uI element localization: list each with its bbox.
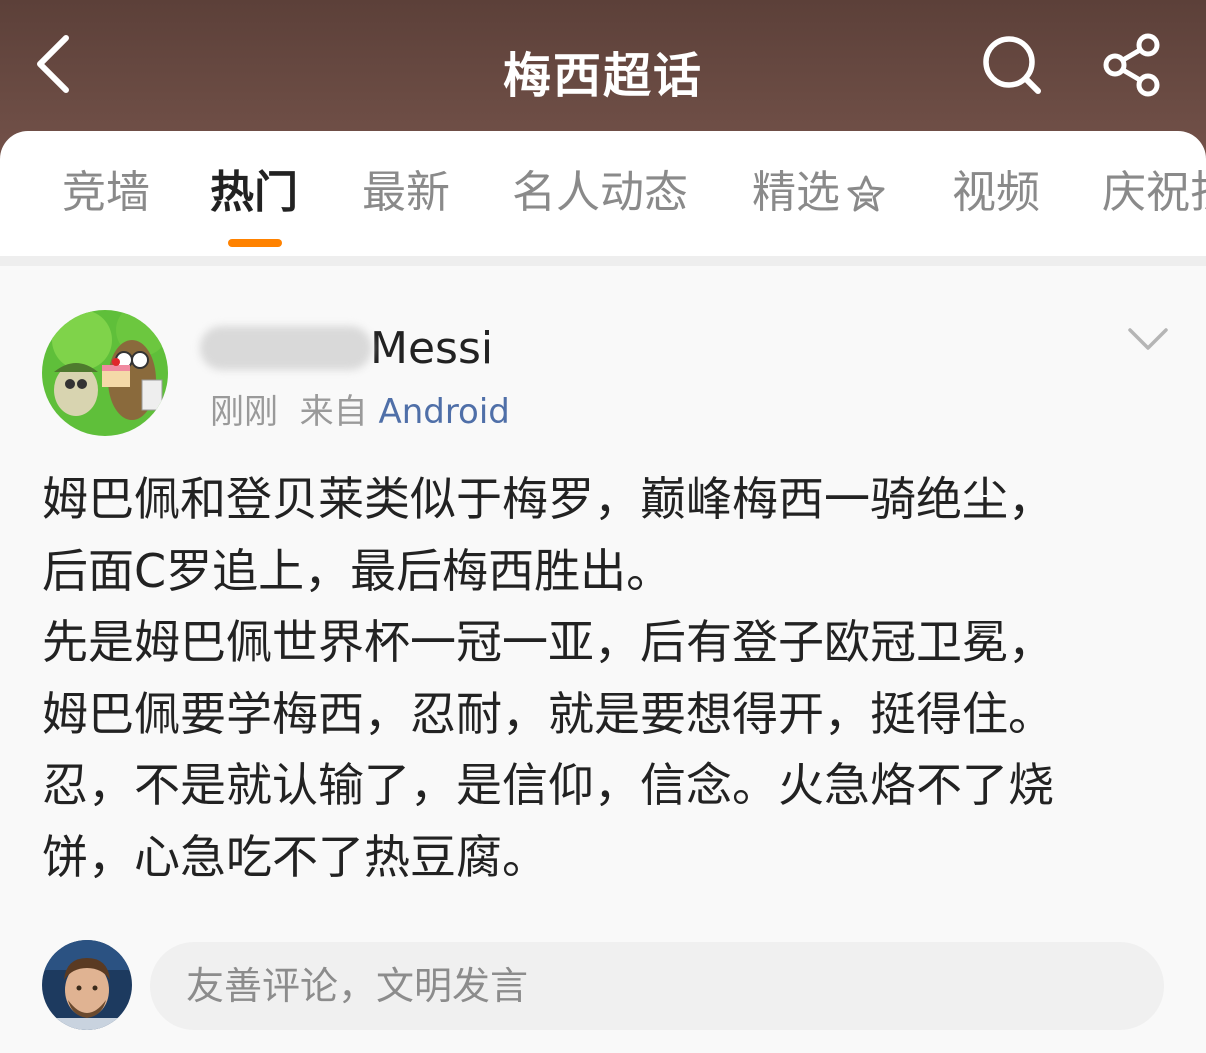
tab-latest[interactable]: 最新 xyxy=(362,167,450,219)
search-button[interactable] xyxy=(978,30,1048,100)
post-time: 刚刚 xyxy=(210,392,278,432)
comment-input[interactable] xyxy=(150,942,1164,1030)
redacted-name-blur xyxy=(200,326,372,370)
post-text-line: 忍，不是就认输了，是信仰，信念。火急烙不了烧 xyxy=(42,758,1054,812)
post-text-line: 后面C罗追上，最后梅西胜出。 xyxy=(42,543,673,598)
post-menu-button[interactable] xyxy=(1126,324,1170,354)
post-text-line: 饼，心急吃不了热豆腐。 xyxy=(42,829,548,884)
chevron-down-icon xyxy=(1128,328,1168,350)
tab-celebrity-updates[interactable]: 名人动态 xyxy=(512,167,688,219)
post-card: Messi 刚刚 来自 Android 姆巴佩和登贝莱类似于梅罗，巅峰梅西一骑绝… xyxy=(0,266,1206,1053)
search-icon xyxy=(983,36,1041,94)
tab-featured-label: 精选 xyxy=(752,167,840,218)
post-text: 姆巴佩和登贝莱类似于梅罗，巅峰梅西一骑绝尘， 后面C罗追上，最后梅西胜出。 先是… xyxy=(42,464,1172,893)
tab-hot[interactable]: 热门 xyxy=(210,167,298,219)
tab-bar: 竞墙 热门 最新 名人动态 精选 视频 庆祝折 xyxy=(0,131,1206,256)
source-prefix: 来自 xyxy=(299,392,368,432)
share-icon xyxy=(1103,33,1160,97)
post-text-line: 姆巴佩要学梅西，忍耐，就是要想得开，挺得住。 xyxy=(42,686,1054,741)
post-text-line: 先是姆巴佩世界杯一冠一亚，后有登子欧冠卫冕， xyxy=(42,615,1054,669)
share-button[interactable] xyxy=(1098,30,1168,100)
tab-jingqiang[interactable]: 竞墙 xyxy=(62,167,150,219)
author-name-visible: Messi xyxy=(370,322,494,374)
tab-video[interactable]: 视频 xyxy=(952,167,1040,219)
current-user-avatar[interactable] xyxy=(42,940,132,1030)
source-app[interactable]: Android xyxy=(378,392,509,432)
active-tab-indicator xyxy=(228,239,282,247)
author-name[interactable]: Messi xyxy=(200,318,493,378)
section-divider xyxy=(0,256,1206,266)
tab-featured[interactable]: 精选 xyxy=(752,167,888,219)
tab-celebration[interactable]: 庆祝折 xyxy=(1102,167,1206,219)
post-text-line: 姆巴佩和登贝莱类似于梅罗，巅峰梅西一骑绝尘， xyxy=(42,472,1054,526)
post-meta: 刚刚 来自 Android xyxy=(210,384,510,433)
star-badge-icon xyxy=(847,175,885,212)
author-avatar[interactable] xyxy=(42,310,168,436)
